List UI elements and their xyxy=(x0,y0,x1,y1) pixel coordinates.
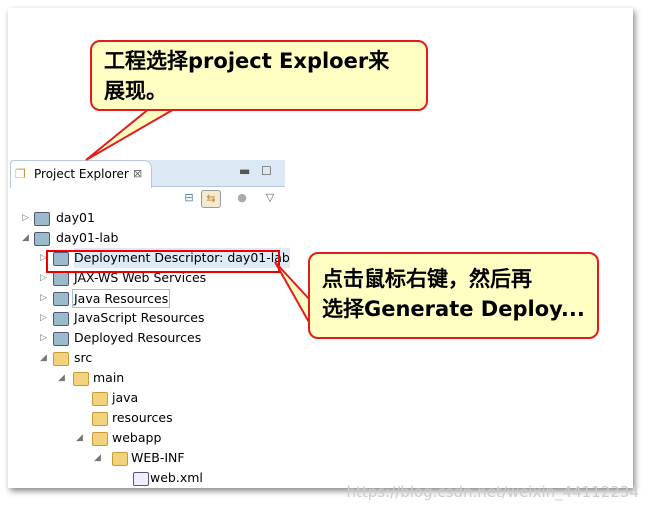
watermark: https://blog.csdn.net/weixin_44112234 xyxy=(346,483,639,501)
callout-right-line2: 选择Generate Deploy... xyxy=(322,297,585,321)
callout-top-line1: 工程选择project Exploer来 xyxy=(104,49,390,73)
callout-top-line2: 展现。 xyxy=(104,79,167,103)
callout-right-line1: 点击鼠标右键，然后再 xyxy=(322,267,532,291)
callout-top: 工程选择project Exploer来 展现。 xyxy=(90,40,428,111)
callout-right: 点击鼠标右键，然后再 选择Generate Deploy... xyxy=(308,252,599,339)
